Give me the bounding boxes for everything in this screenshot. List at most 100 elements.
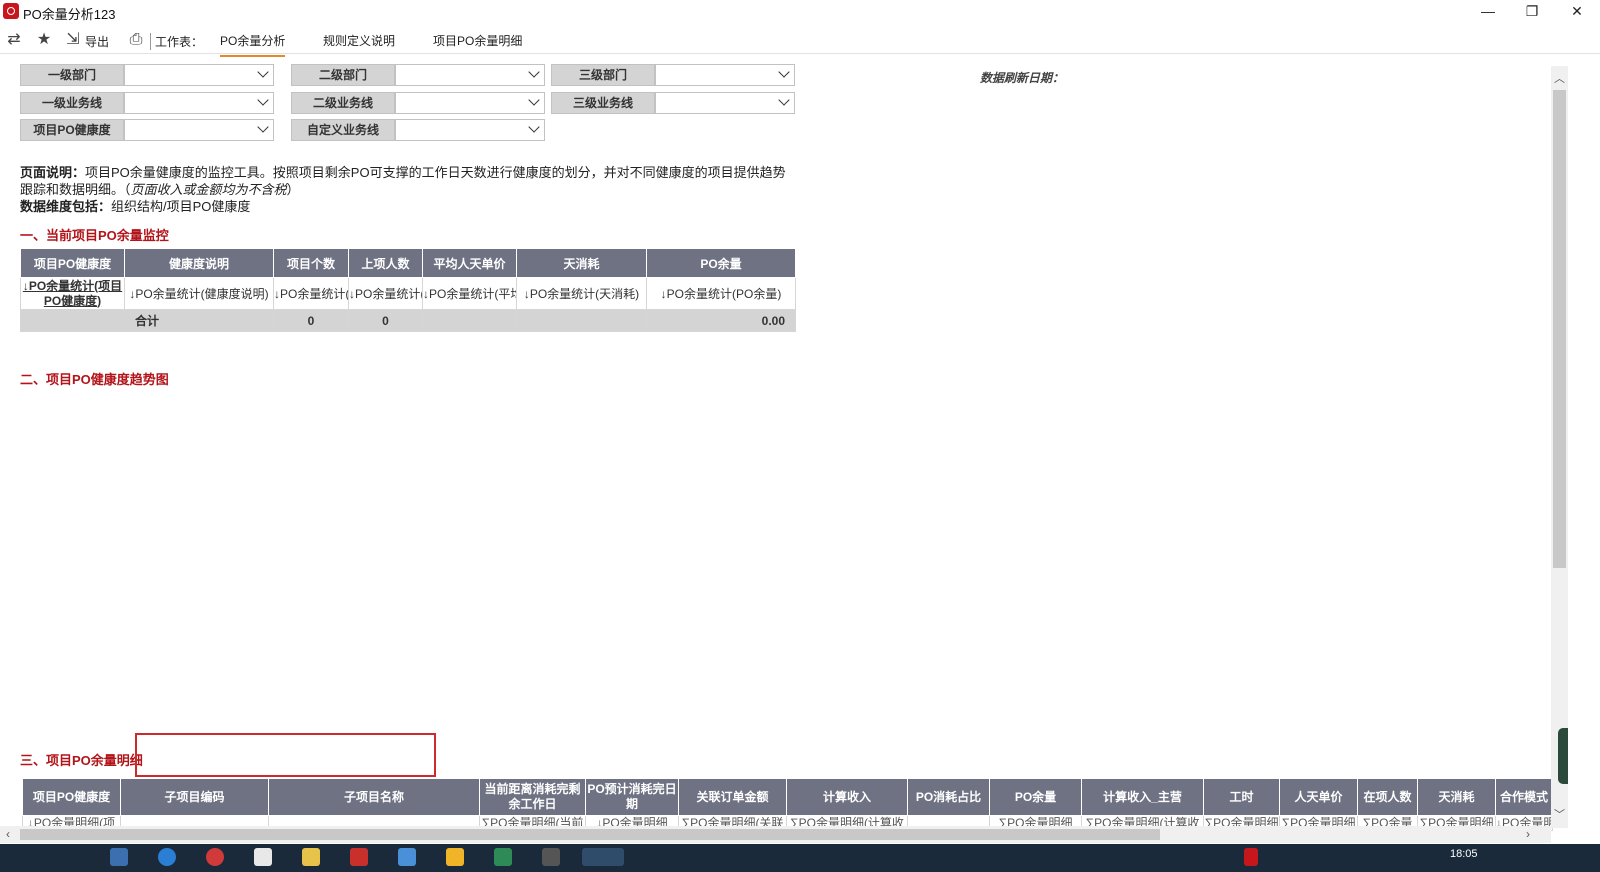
column-header[interactable]: 在项人数	[1357, 778, 1418, 816]
filter-select[interactable]	[124, 64, 274, 86]
taskbar-app-icon[interactable]	[302, 848, 320, 866]
column-header[interactable]: 计算收入	[786, 778, 908, 816]
filter-select[interactable]	[395, 92, 545, 114]
print-icon[interactable]: ⎙	[127, 31, 145, 49]
scroll-up-icon[interactable]: ︿	[1554, 70, 1565, 86]
column-header[interactable]: 天消耗	[516, 248, 647, 278]
scroll-down-icon[interactable]: ﹀	[1554, 806, 1565, 822]
taskbar-app-icon[interactable]	[254, 848, 272, 866]
filter-label: 三级业务线	[551, 92, 655, 114]
taskbar-clock: 18:05	[1450, 848, 1478, 860]
filter-select[interactable]	[655, 64, 795, 86]
column-header[interactable]: 子项目名称	[268, 778, 480, 816]
taskbar-tray-icon[interactable]	[1244, 848, 1258, 866]
description-text: ）	[286, 182, 300, 197]
taskbar-app-icon[interactable]	[110, 848, 128, 866]
description-text: 项目PO余量健康度的监控工具。按照项目剩余PO可支撑的工作日天数进行健康度的划分…	[85, 165, 786, 180]
column-header[interactable]: PO消耗占比	[907, 778, 990, 816]
taskbar-app-icon[interactable]	[494, 848, 512, 866]
maximize-button[interactable]: ❐	[1510, 0, 1554, 22]
worksheet-label: 工作表：	[150, 33, 203, 50]
chevron-down-icon	[257, 121, 269, 133]
vertical-scrollbar[interactable]: ︿ ﹀	[1551, 66, 1568, 828]
column-header[interactable]: 项目PO健康度	[20, 248, 125, 278]
column-header[interactable]: 当前距离消耗完剩余工作日	[479, 778, 586, 816]
column-header[interactable]: 关联订单金额	[678, 778, 787, 816]
scrollbar-thumb[interactable]	[20, 829, 1160, 840]
section-title-detail: 三、项目PO余量明细	[20, 753, 143, 768]
table-cell: ↓PO余量统计(PO余量)	[646, 277, 796, 310]
filter-select[interactable]	[395, 64, 545, 86]
column-header[interactable]: 工时	[1203, 778, 1280, 816]
column-header[interactable]: 平均人天单价	[422, 248, 517, 278]
minimize-button[interactable]: —	[1466, 0, 1510, 22]
refresh-icon[interactable]: ⇄	[5, 31, 23, 49]
filter-select[interactable]	[395, 119, 545, 141]
chevron-down-icon	[528, 94, 540, 106]
total-cell	[516, 309, 647, 332]
taskbar-app-icon[interactable]	[158, 848, 176, 866]
tab-rules[interactable]: 规则定义说明	[323, 32, 395, 55]
toolbar: ⇄ ★ ⇲ 导出 ⎙ 工作表： PO余量分析 规则定义说明 项目PO余量明细	[0, 26, 1600, 57]
chevron-down-icon	[528, 66, 540, 78]
table-cell: ↓PO余量统计(平均人天单价)	[422, 277, 517, 310]
side-panel-handle[interactable]	[1558, 728, 1568, 784]
column-header[interactable]: 项目PO健康度	[22, 778, 121, 816]
table-cell: ↓PO余量统计(项目个数)	[273, 277, 349, 310]
data-dimensions: 数据维度包括：组织结构/项目PO健康度	[20, 196, 250, 215]
export-button[interactable]: 导出	[85, 33, 109, 50]
chevron-down-icon	[257, 66, 269, 78]
filter-label: 二级部门	[291, 64, 395, 86]
close-button[interactable]: ✕	[1555, 0, 1599, 22]
total-cell	[422, 309, 517, 332]
taskbar-app-icon[interactable]	[206, 848, 224, 866]
column-header[interactable]: 计算收入_主营	[1081, 778, 1204, 816]
tab-po-analysis[interactable]: PO余量分析	[220, 32, 286, 57]
column-header[interactable]: 子项目编码	[120, 778, 269, 816]
filter-label: 一级业务线	[20, 92, 124, 114]
table-cell: ↓PO余量统计(上项人数)	[348, 277, 423, 310]
column-header[interactable]: 健康度说明	[124, 248, 274, 278]
section-title-trend: 二、项目PO健康度趋势图	[20, 372, 169, 387]
total-label: 合计	[20, 309, 274, 332]
column-header[interactable]: PO预计消耗完日期	[585, 778, 679, 816]
taskbar-active-app[interactable]	[582, 848, 624, 866]
filter-label: 二级业务线	[291, 92, 395, 114]
star-icon[interactable]: ★	[35, 31, 53, 49]
scroll-right-icon[interactable]: ›	[1526, 827, 1530, 841]
column-header[interactable]: 合作模式	[1495, 778, 1553, 816]
filter-select[interactable]	[124, 119, 274, 141]
column-header[interactable]: PO余量	[646, 248, 796, 278]
horizontal-scrollbar[interactable]: ‹ ›	[0, 826, 1551, 843]
table-header-row: 项目PO健康度 子项目编码 子项目名称 当前距离消耗完剩余工作日 PO预计消耗完…	[22, 778, 1553, 816]
section-title-monitor: 一、当前项目PO余量监控	[20, 228, 169, 243]
table-total-row: 合计 0 0 0.00	[20, 309, 796, 332]
column-header[interactable]: PO余量	[989, 778, 1082, 816]
app-logo-icon	[3, 3, 19, 19]
total-cell: 0	[273, 309, 349, 332]
scroll-left-icon[interactable]: ‹	[6, 827, 10, 841]
taskbar-app-icon[interactable]	[446, 848, 464, 866]
chevron-down-icon	[778, 66, 790, 78]
filter-select[interactable]	[124, 92, 274, 114]
dimensions-label: 数据维度包括：	[20, 199, 112, 214]
os-taskbar: 18:05	[0, 844, 1600, 872]
window-title: PO余量分析123	[23, 7, 116, 22]
chevron-down-icon	[257, 94, 269, 106]
filter-select[interactable]	[655, 92, 795, 114]
description-text: 跟踪和数据明细。（	[20, 182, 131, 197]
tab-po-detail[interactable]: 项目PO余量明细	[433, 32, 522, 55]
taskbar-app-icon[interactable]	[350, 848, 368, 866]
scrollbar-thumb[interactable]	[1553, 90, 1566, 568]
filter-label: 三级部门	[551, 64, 655, 86]
column-header[interactable]: 人天单价	[1279, 778, 1358, 816]
taskbar-app-icon[interactable]	[398, 848, 416, 866]
export-icon[interactable]: ⇲	[64, 31, 82, 49]
taskbar-app-icon[interactable]	[542, 848, 560, 866]
po-detail-table: 项目PO健康度 子项目编码 子项目名称 当前距离消耗完剩余工作日 PO预计消耗完…	[22, 778, 1553, 831]
column-header[interactable]: 项目个数	[273, 248, 349, 278]
table-cell: ↓PO余量统计(天消耗)	[516, 277, 647, 310]
table-cell-link[interactable]: ↓PO余量统计(项目PO健康度)	[20, 277, 125, 310]
column-header[interactable]: 天消耗	[1417, 778, 1496, 816]
column-header[interactable]: 上项人数	[348, 248, 423, 278]
